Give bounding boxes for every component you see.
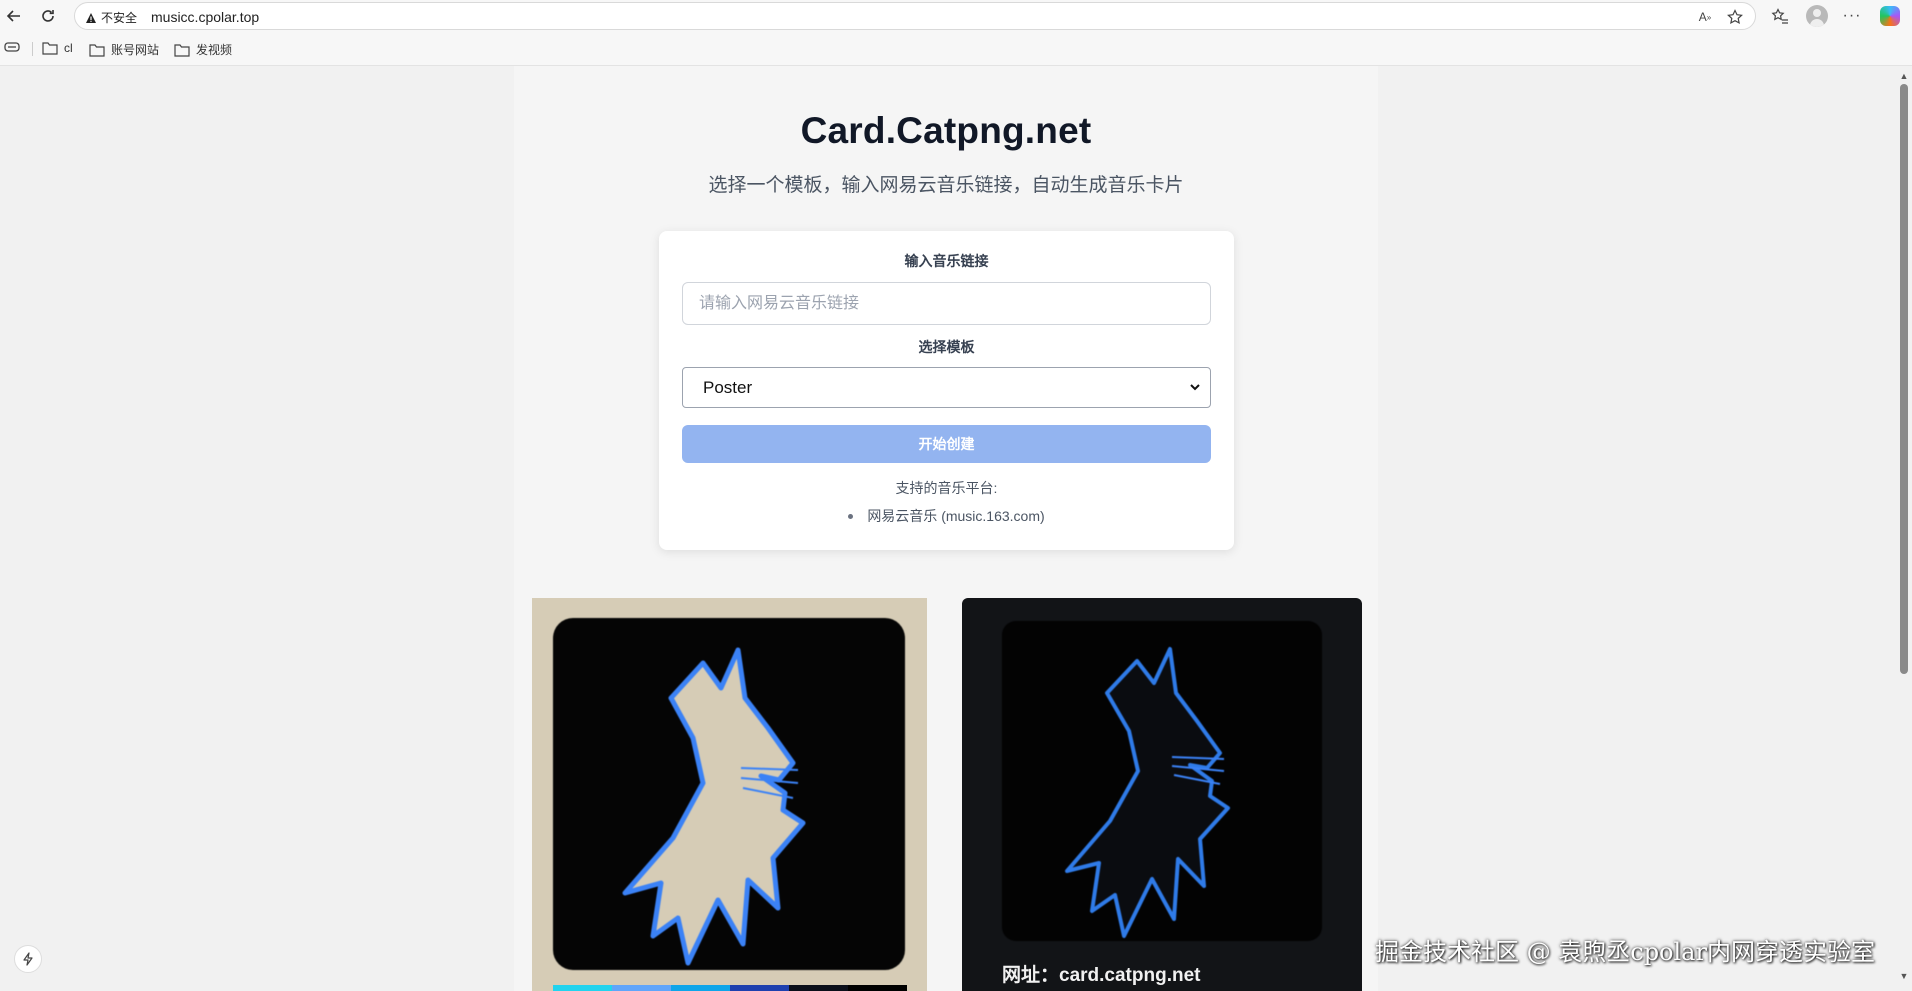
refresh-button[interactable] [36,4,60,28]
page-scrollbar[interactable]: ▲ ▼ [1896,66,1912,991]
refresh-icon [42,10,54,22]
page-title: Card.Catpng.net [800,110,1092,151]
swatch [730,985,789,991]
folder-icon [42,42,58,55]
security-indicator[interactable]: 不安全 [85,9,137,26]
folder-icon [89,43,105,57]
create-card-form: 输入音乐链接 选择模板 Poster 开始创建 支持的音乐平台: 网易云音乐 (… [659,231,1234,550]
chevron-down-icon [1188,380,1202,394]
cat-silhouette-icon [622,647,806,966]
platform-name: 网易云音乐 (music.163.com) [867,508,1045,524]
back-button[interactable] [2,4,26,28]
template-select[interactable]: Poster [682,367,1211,408]
page-subtitle: 选择一个模板，输入网易云音乐链接，自动生成音乐卡片 [708,175,1184,196]
main-content: Card.Catpng.net 选择一个模板，输入网易云音乐链接，自动生成音乐卡… [514,66,1378,991]
cat-silhouette-icon [1065,647,1230,938]
watermark-text: 掘金技术社区 @ 袁煦丞cpolar内网穿透实验室 [1375,938,1875,966]
platforms-title: 支持的音乐平台: [895,480,998,496]
copilot-button[interactable] [1878,4,1902,28]
read-aloud-icon[interactable]: A» [1695,7,1715,27]
back-arrow-icon [6,10,20,22]
music-link-input[interactable] [682,282,1211,325]
browser-toolbar: 不安全 musicc.cpolar.top A» ··· [0,0,1912,32]
card-url-text: 网址：card.catpng.net [1002,965,1201,986]
scroll-down-icon[interactable]: ▼ [1900,971,1909,981]
swatch [848,985,907,991]
more-menu-icon[interactable]: ··· [1840,4,1864,28]
address-bar[interactable]: 不安全 musicc.cpolar.top A» [74,2,1756,30]
quick-action-button[interactable] [14,945,42,973]
favorites-icon[interactable] [1768,4,1792,28]
color-palette [553,985,907,991]
swatch [553,985,612,991]
url-text[interactable]: musicc.cpolar.top [151,9,259,25]
template-selected-value: Poster [703,377,753,397]
copilot-icon [1880,6,1900,26]
favorite-star-icon[interactable] [1725,7,1745,27]
security-label: 不安全 [101,11,138,25]
template-preview-poster[interactable] [532,598,927,991]
cover-art-image [1002,621,1322,941]
create-button[interactable]: 开始创建 [682,425,1211,463]
warning-icon [86,12,96,23]
bookmark-folder-cl[interactable]: cl [42,41,73,55]
lightning-icon [23,952,33,966]
platform-list-item: 网易云音乐 (music.163.com) [659,506,1234,526]
template-preview-dark[interactable]: 网址：card.catpng.net [962,598,1362,991]
bullet-icon [848,513,854,519]
workspaces-icon[interactable] [4,41,20,53]
bookmarks-divider [32,42,33,56]
swatch [612,985,671,991]
page-viewport: Card.Catpng.net 选择一个模板，输入网易云音乐链接，自动生成音乐卡… [0,66,1896,991]
scrollbar-thumb[interactable] [1900,84,1908,674]
cover-art-image [553,618,905,970]
profile-avatar[interactable] [1805,4,1829,28]
link-label: 输入音乐链接 [904,253,989,269]
bookmarks-bar: cl 账号网站 发视频 [0,32,1912,66]
bookmark-folder-accounts[interactable]: 账号网站 [89,41,159,58]
swatch [789,985,848,991]
bookmark-folder-videos[interactable]: 发视频 [174,41,232,58]
scroll-up-icon[interactable]: ▲ [1900,71,1909,81]
template-label: 选择模板 [918,339,975,355]
swatch [671,985,730,991]
folder-icon [174,43,190,57]
avatar-icon [1806,5,1828,27]
